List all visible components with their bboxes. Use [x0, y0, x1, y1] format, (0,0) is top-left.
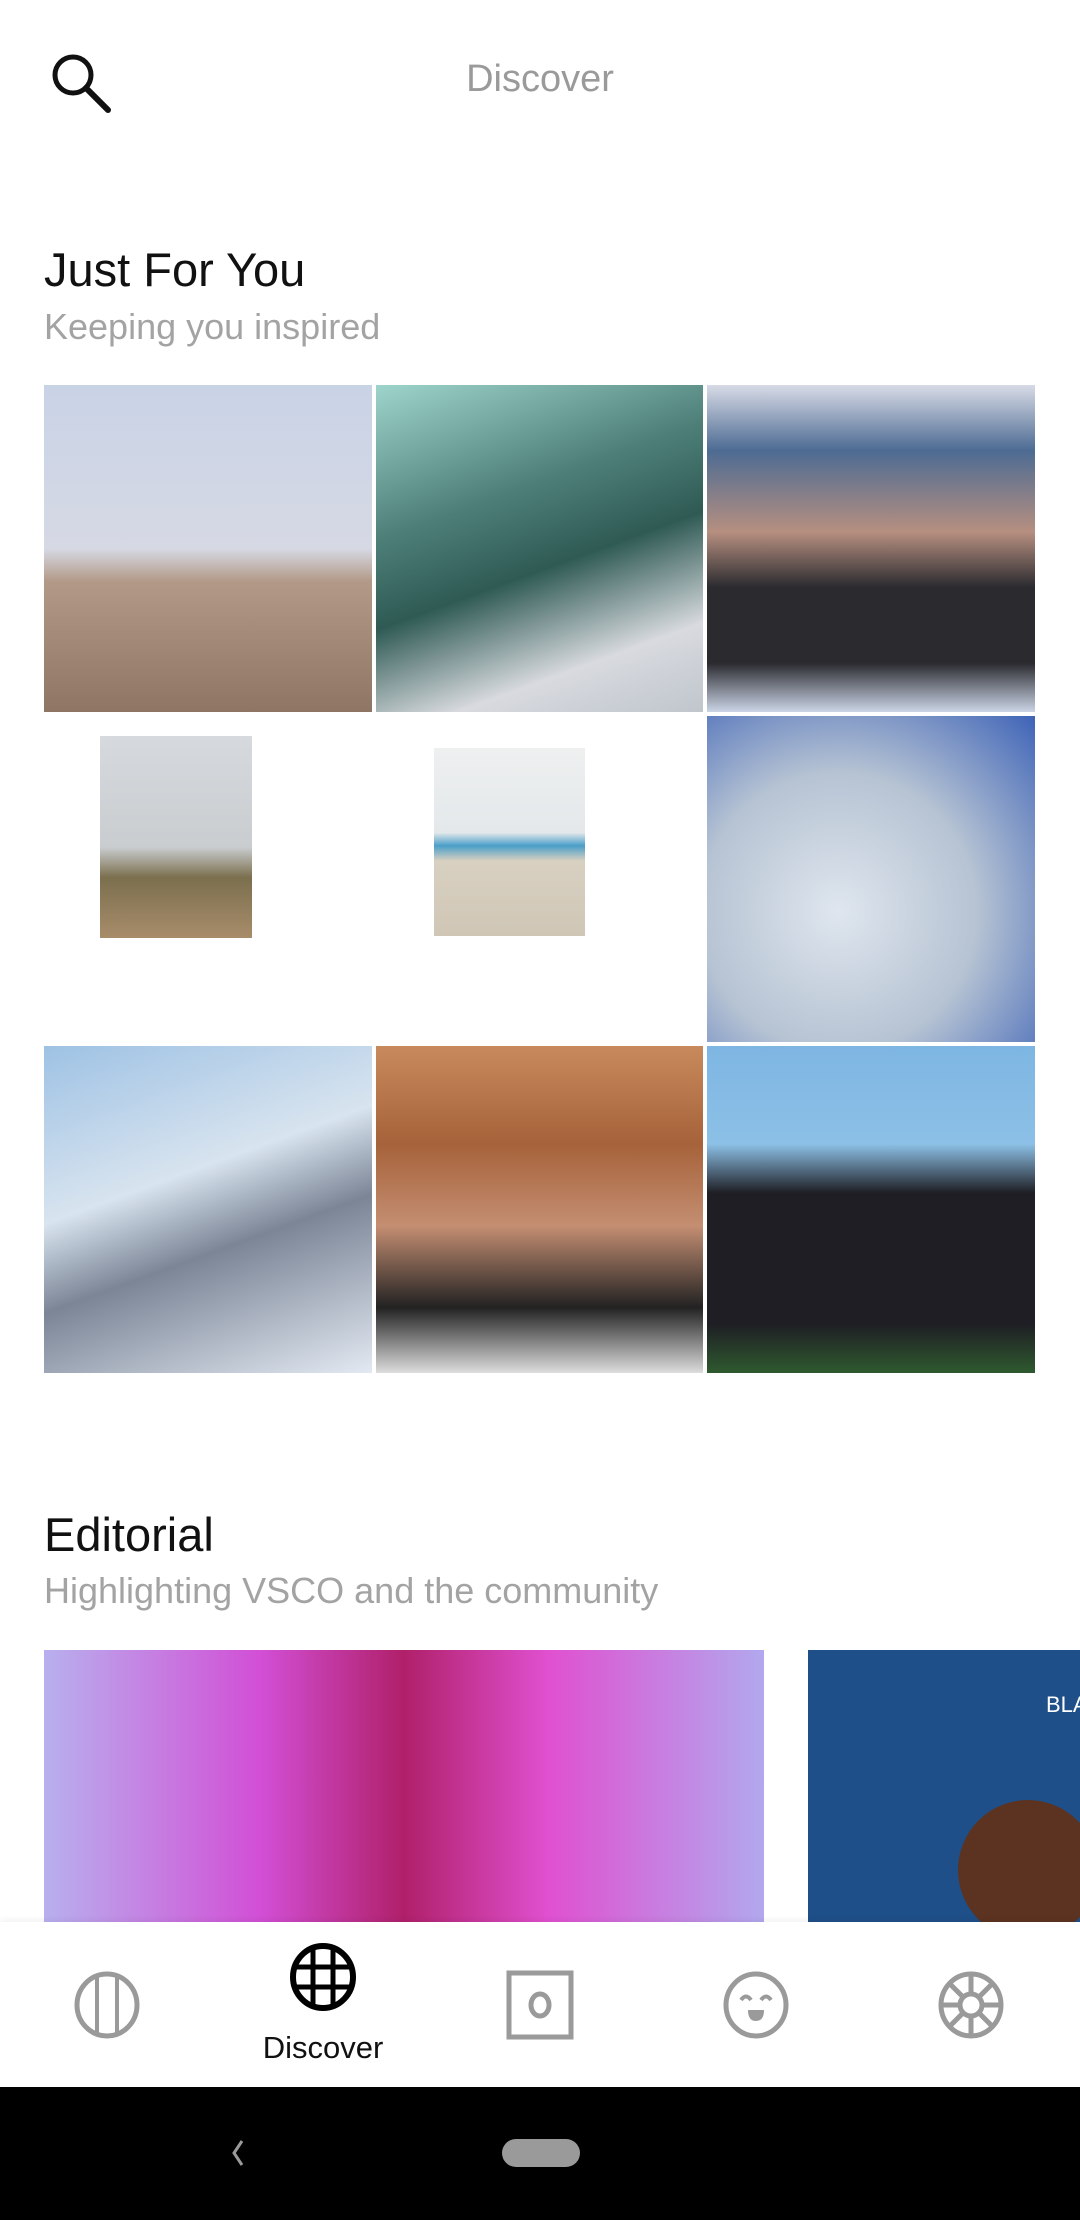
photo-tile[interactable] [375, 385, 704, 712]
nav-label-discover[interactable]: Discover [223, 2030, 423, 2066]
home-pill-icon[interactable] [502, 2139, 580, 2167]
section-subtitle-editorial: Highlighting VSCO and the community [44, 1570, 659, 1611]
photo-tile[interactable] [707, 1046, 1035, 1373]
page-title: Discover [466, 58, 614, 100]
photo-tile[interactable] [707, 385, 1035, 712]
photo-tile[interactable] [375, 1046, 704, 1373]
editorial-card[interactable]: BLA [808, 1650, 1080, 1940]
editorial-card-text: BLA [1046, 1692, 1080, 1717]
photo-tile[interactable] [375, 715, 704, 1043]
globe-icon[interactable] [288, 1942, 358, 2012]
studio-icon[interactable] [72, 1970, 142, 2040]
section-subtitle-just-for-you: Keeping you inspired [44, 306, 381, 347]
section-title-just-for-you: Just For You [44, 243, 306, 296]
section-title-editorial: Editorial [44, 1508, 214, 1561]
system-nav-bar [0, 2087, 1080, 2220]
camera-icon[interactable] [505, 1970, 575, 2040]
photo-tile[interactable] [707, 715, 1035, 1043]
photo-grid [44, 385, 1035, 1373]
photo-tile[interactable] [44, 1046, 372, 1373]
settings-wheel-icon[interactable] [936, 1970, 1006, 2040]
photo-tile[interactable] [44, 715, 372, 1043]
smiley-icon[interactable] [721, 1970, 791, 2040]
editorial-card[interactable] [44, 1650, 764, 1922]
back-icon[interactable] [228, 2133, 248, 2173]
bottom-nav: Discover [0, 1922, 1080, 2087]
photo-tile[interactable] [44, 385, 372, 712]
